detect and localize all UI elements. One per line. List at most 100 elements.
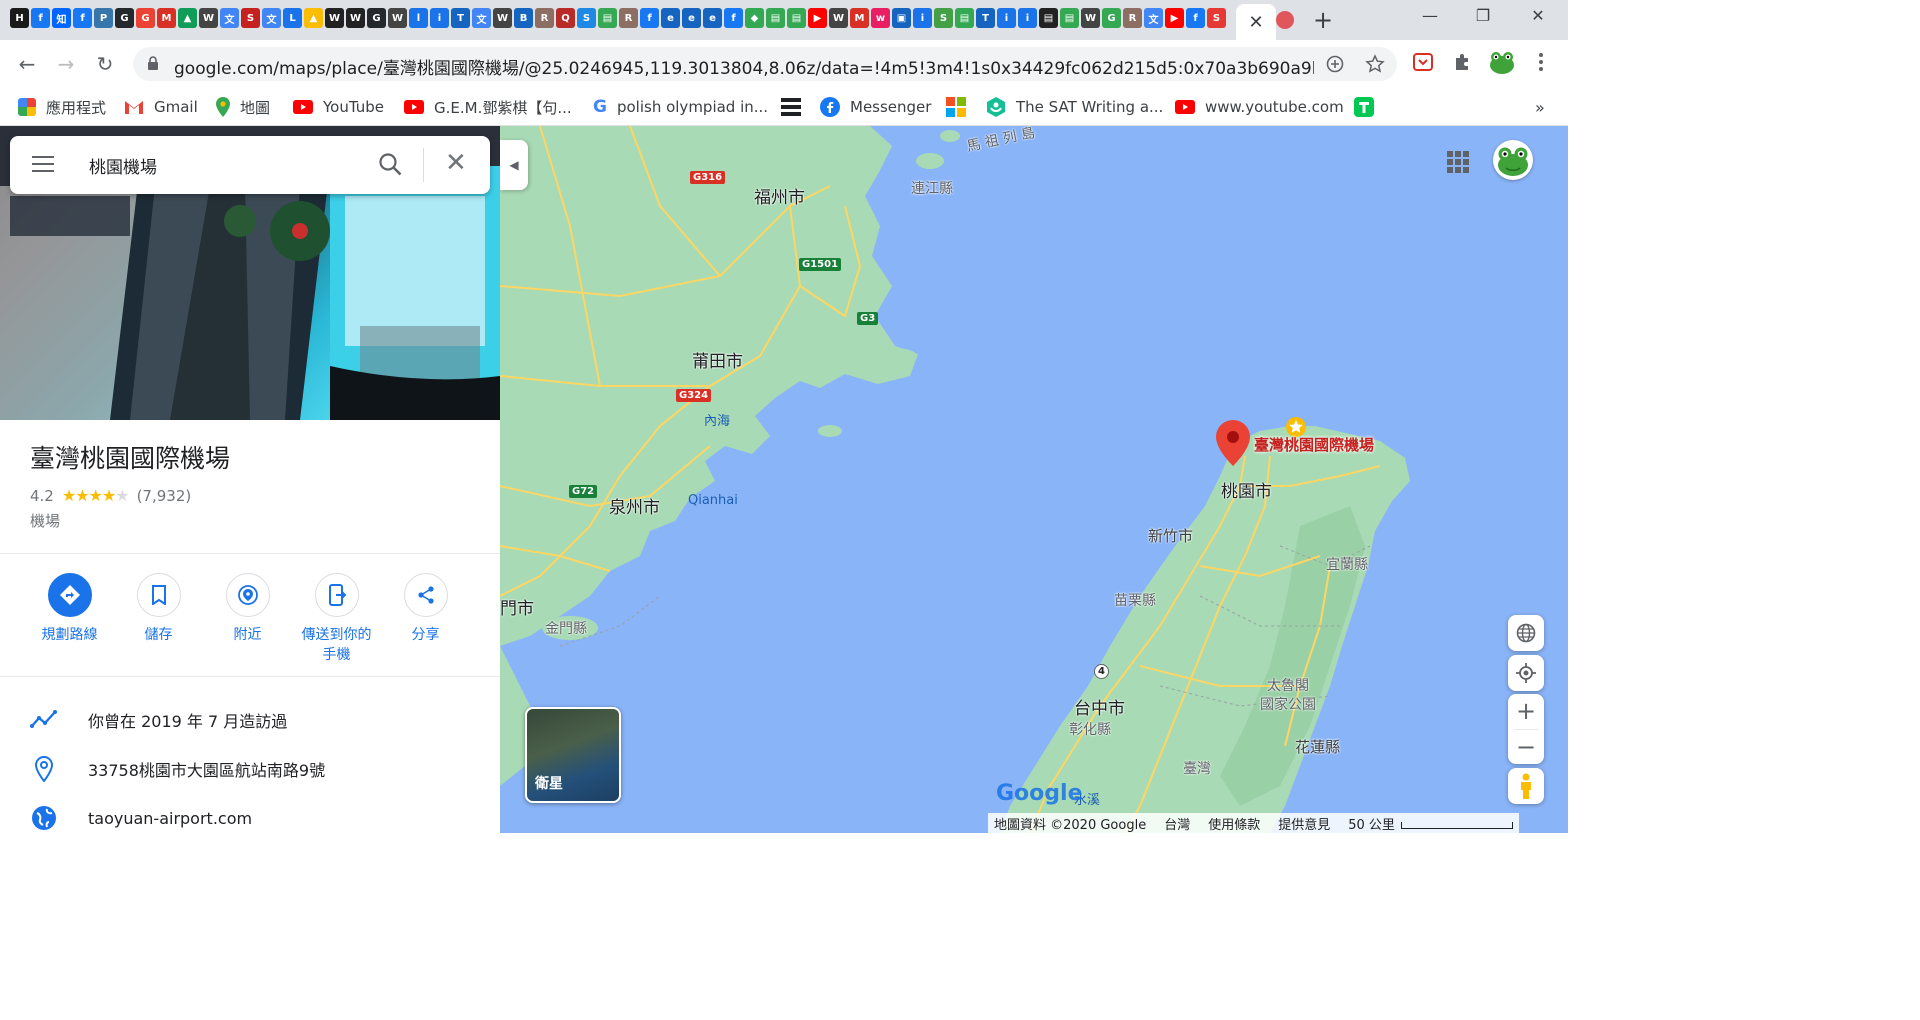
tab-favicon-icon[interactable]: W [199, 8, 218, 28]
tab-favicon-icon[interactable]: M [850, 8, 869, 28]
tab-favicon-icon[interactable]: ◆ [745, 8, 764, 28]
tab-favicon-icon[interactable]: i [997, 8, 1016, 28]
tab-favicon-icon[interactable]: i [430, 8, 449, 28]
tab-favicon-icon[interactable]: f [1186, 8, 1205, 28]
tab-favicon-icon[interactable]: ▤ [1060, 8, 1079, 28]
restore-button[interactable]: ❐ [1463, 6, 1503, 25]
google-apps-icon[interactable] [1447, 151, 1469, 173]
tab-favicon-icon[interactable]: W [325, 8, 344, 28]
tab-favicon-icon[interactable]: ▶ [1165, 8, 1184, 28]
tab-favicon-icon[interactable]: Q [556, 8, 575, 28]
bookmark-green-t[interactable] [1354, 95, 1374, 119]
tab-favicon-icon[interactable]: f [31, 8, 50, 28]
tab-close-icon[interactable]: ✕ [1248, 12, 1263, 33]
save-button[interactable]: 儲存 [114, 573, 203, 665]
minimize-button[interactable]: — [1410, 6, 1450, 25]
tab-favicon-icon[interactable]: S [577, 8, 596, 28]
search-input[interactable]: 桃園機場 [89, 153, 157, 178]
zoom-out-button[interactable]: − [1508, 730, 1544, 765]
tab-favicon-icon[interactable]: e [703, 8, 722, 28]
tab-favicon-icon[interactable]: M [157, 8, 176, 28]
tab-favicon-icon[interactable]: f [640, 8, 659, 28]
location-marker-icon[interactable] [1216, 420, 1250, 466]
bookmark-apps[interactable]: 應用程式 [18, 95, 106, 119]
place-photo[interactable]: 桃園機場 ✕ [0, 126, 500, 420]
bookmark-sat-writing[interactable]: The SAT Writing a... [986, 95, 1163, 119]
tab-favicon-icon[interactable]: W [1081, 8, 1100, 28]
feedback-link[interactable]: 提供意見 [1278, 814, 1330, 833]
back-button[interactable]: ← [13, 50, 41, 78]
tab-favicon-icon[interactable]: 文 [220, 8, 239, 28]
tab-favicon-icon[interactable]: G [115, 8, 134, 28]
tab-favicon-icon[interactable]: P [94, 8, 113, 28]
bookmark-maps[interactable]: 地圖 [216, 95, 270, 119]
tab-favicon-icon[interactable]: ▲ [304, 8, 323, 28]
tab-favicon-icon[interactable]: ▶ [808, 8, 827, 28]
nearby-button[interactable]: 附近 [203, 573, 292, 665]
tab-favicon-icon[interactable]: W [388, 8, 407, 28]
bookmark-gem[interactable]: G.E.M.鄧紫棋【句... [404, 95, 572, 119]
tab-favicon-icon[interactable]: B [514, 8, 533, 28]
my-location-icon[interactable] [1508, 655, 1544, 691]
tab-favicon-icon[interactable]: G [1102, 8, 1121, 28]
bookmark-youtube-com[interactable]: www.youtube.com [1175, 95, 1344, 119]
tab-favicon-icon[interactable]: T [451, 8, 470, 28]
zoom-in-button[interactable]: + [1508, 694, 1544, 729]
visited-row[interactable]: 你曾在 2019 年 7 月造訪過 [30, 706, 287, 734]
region-link[interactable]: 台灣 [1164, 814, 1190, 833]
place-category[interactable]: 機場 [30, 510, 60, 531]
tab-favicon-icon[interactable]: G [367, 8, 386, 28]
bookmark-list[interactable] [781, 95, 801, 119]
tab-favicon-icon[interactable]: ▤ [598, 8, 617, 28]
tab-favicon-icon[interactable]: 文 [1144, 8, 1163, 28]
satellite-toggle-button[interactable]: 衛星 [525, 707, 621, 803]
bookmark-gmail[interactable]: Gmail [124, 95, 198, 119]
bookmark-youtube[interactable]: YouTube [293, 95, 384, 119]
tab-favicon-icon[interactable]: e [661, 8, 680, 28]
share-button[interactable]: 分享 [381, 573, 470, 665]
layers-globe-icon[interactable] [1508, 615, 1544, 651]
tab-favicon-icon[interactable]: 知 [52, 8, 71, 28]
tab-favicon-icon[interactable]: ▤ [955, 8, 974, 28]
tab-favicon-icon[interactable]: w [871, 8, 890, 28]
tab-favicon-icon[interactable]: G [136, 8, 155, 28]
tab-favicon-icon[interactable]: L [283, 8, 302, 28]
pocket-extension-icon[interactable] [1411, 52, 1435, 76]
tab-favicon-icon[interactable]: 文 [472, 8, 491, 28]
terms-link[interactable]: 使用條款 [1208, 814, 1260, 833]
tab-favicon-icon[interactable]: W [346, 8, 365, 28]
tab-favicon-icon[interactable]: ▤ [1039, 8, 1058, 28]
pegman-icon[interactable] [1508, 768, 1544, 804]
tab-favicon-icon[interactable]: S [241, 8, 260, 28]
star-rating-icon[interactable]: ★★★★★ [62, 486, 130, 505]
tab-favicon-icon[interactable]: l [409, 8, 428, 28]
address-row[interactable]: 33758桃園市大園區航站南路9號 [30, 755, 325, 783]
tab-favicon-icon[interactable]: f [724, 8, 743, 28]
clear-search-icon[interactable]: ✕ [445, 148, 467, 178]
tab-favicon-icon[interactable]: ▤ [787, 8, 806, 28]
tab-favicon-icon[interactable]: i [1018, 8, 1037, 28]
bookmark-microsoft[interactable] [946, 95, 966, 119]
directions-button[interactable]: 規劃路線 [25, 573, 114, 665]
tab-favicon-icon[interactable]: R [535, 8, 554, 28]
map-canvas[interactable] [500, 126, 1568, 833]
tab-favicon-icon[interactable]: i [913, 8, 932, 28]
menu-hamburger-icon[interactable] [32, 156, 54, 172]
profile-avatar-frog-icon[interactable] [1488, 48, 1516, 76]
extensions-puzzle-icon[interactable] [1450, 52, 1474, 76]
tab-favicon-icon[interactable]: ▲ [178, 8, 197, 28]
forward-button[interactable]: → [52, 50, 80, 78]
website-row[interactable]: taoyuan-airport.com [30, 804, 252, 832]
tab-favicon-icon[interactable]: ▣ [892, 8, 911, 28]
search-icon[interactable] [377, 151, 405, 179]
review-count[interactable]: (7,932) [137, 487, 192, 505]
reload-button[interactable]: ↻ [91, 50, 119, 78]
pin-label[interactable]: 臺灣桃園國際機場 [1254, 434, 1374, 455]
account-avatar-frog-icon[interactable] [1493, 140, 1533, 180]
tab-favicon-icon[interactable]: f [73, 8, 92, 28]
tab-favicon-icon[interactable]: ▤ [766, 8, 785, 28]
tab-favicon-faded[interactable] [1276, 11, 1294, 29]
browser-menu-icon[interactable] [1529, 52, 1553, 76]
bookmark-polish-olympiad[interactable]: G polish olympiad in... [593, 95, 768, 119]
active-tab[interactable]: ✕ [1236, 4, 1276, 40]
